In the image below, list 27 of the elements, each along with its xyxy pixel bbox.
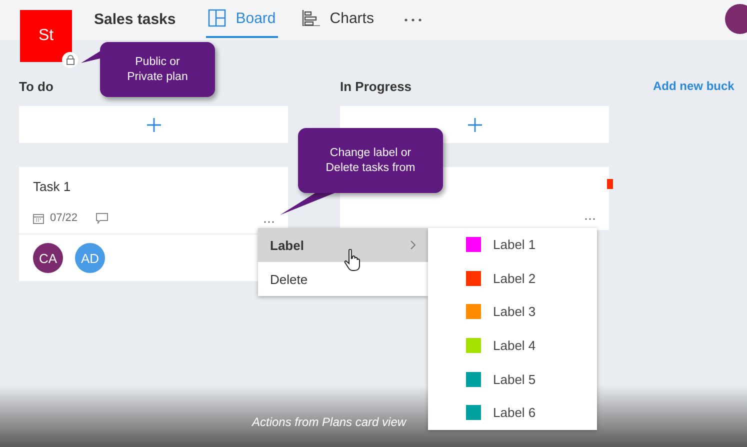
hand-cursor-icon: [344, 249, 360, 271]
menu-item[interactable]: Label: [258, 228, 428, 262]
bucket-title: To do: [19, 79, 54, 96]
due-date: 07/22: [50, 212, 78, 224]
label-option[interactable]: Label 6: [493, 405, 536, 420]
plan-title: Sales tasks: [94, 11, 176, 28]
comment-icon: [96, 212, 108, 224]
task-title[interactable]: Task 1: [33, 179, 274, 197]
label-option[interactable]: Label 1: [493, 237, 536, 252]
assignee-avatar[interactable]: CA: [33, 243, 63, 273]
callout-tooltip: Public or Private plan: [100, 42, 215, 97]
more-icon[interactable]: [404, 18, 422, 22]
label-option[interactable]: Label 2: [493, 270, 536, 286]
plus-icon: [146, 118, 160, 132]
video-caption: Actions from Plans card view: [252, 415, 406, 429]
chart-icon: [302, 10, 320, 26]
plus-icon: [468, 118, 482, 132]
lock-icon: [66, 55, 74, 65]
menu-item[interactable]: Delete: [258, 262, 428, 296]
board-icon: [208, 9, 226, 27]
label-option[interactable]: Label 4: [493, 338, 536, 354]
tab[interactable]: Charts: [300, 0, 376, 38]
bucket-title: In Progress: [340, 79, 413, 96]
label-option[interactable]: Label 3: [493, 304, 536, 320]
calendar-icon: [33, 212, 44, 224]
user-avatar[interactable]: [725, 4, 747, 34]
label-option[interactable]: Label 5: [493, 372, 536, 387]
